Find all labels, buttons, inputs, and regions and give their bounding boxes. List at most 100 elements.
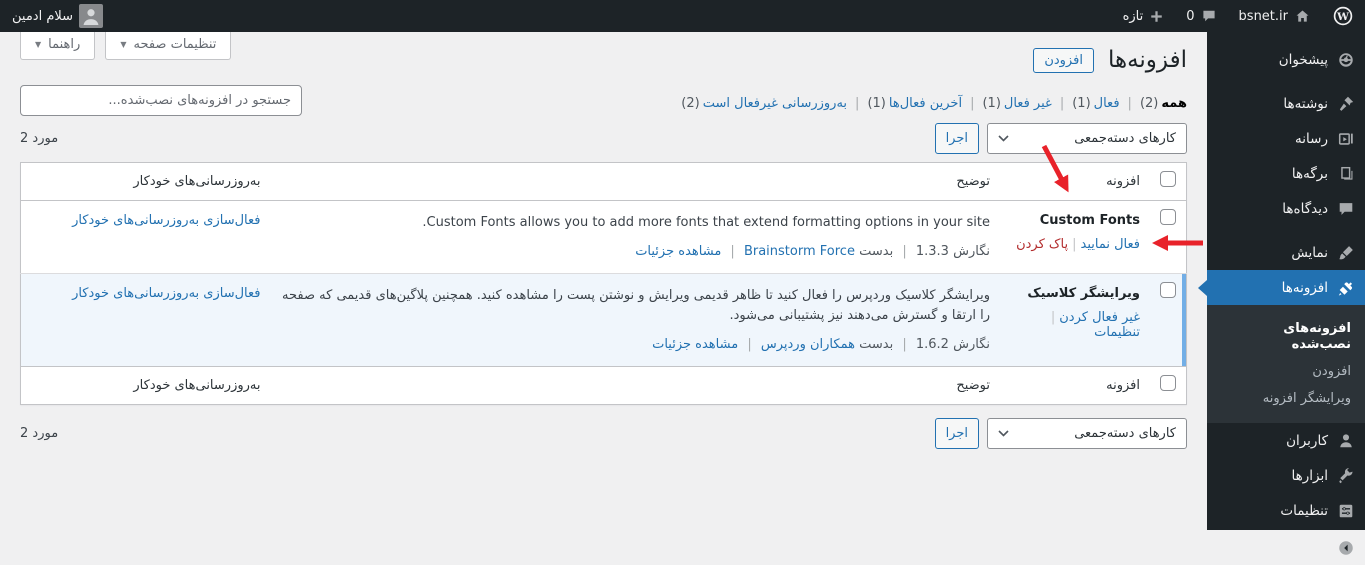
tablenav-bottom: کارهای دسته‌جمعی اجرا 2 مورد [20,418,1187,450]
description-cell: ویرایشگر کلاسیک وردپرس را فعال کنید تا ظ… [270,273,1000,367]
help-label: راهنما [48,37,81,52]
plugin-icon [1338,281,1353,296]
select-all-checkbox[interactable] [1160,375,1176,392]
item-count: 2 مورد [20,426,59,442]
activate-link[interactable]: فعال نمایید [1081,237,1140,252]
sidebar-item-label: تنظیمات [1280,502,1328,519]
plus-icon [1151,10,1163,22]
plugin-name: Custom Fonts [1039,213,1140,228]
plugin-meta: نگارش 1.6.2 | بدست همکاران وردپرس | مشاه… [281,337,990,352]
sidebar-item-label: کاربران [1286,432,1328,449]
wordpress-logo-menu[interactable]: W [1333,6,1353,26]
sidebar-item-appearance[interactable]: نمایش [1207,235,1365,270]
item-count: 2 مورد [20,131,59,146]
collapse-icon [1339,540,1353,555]
filter-separator: | [1059,96,1065,111]
page-title: افزونه‌ها [1107,47,1187,73]
brush-icon [1339,245,1353,259]
filter-separator: | [855,96,860,111]
sidebar-item-collapse-menu[interactable]: جمع کردن فهرست [1207,530,1365,565]
filter-recently-active[interactable]: آخرین فعال‌ها [889,96,962,111]
plugin-cell: ویرایشگر کلاسیک غیر فعال کردن| تنظیمات [1000,273,1150,367]
plugin-status-filters: همه(2) | فعال(1) | غیر فعال(1) | آخرین ف… [681,96,1187,111]
screen-options-label: تنظیمات صفحه [133,37,217,52]
filter-active[interactable]: فعال [1094,96,1120,111]
enable-auto-updates-link[interactable]: فعال‌سازی به‌روزرسانی‌های خودکار [72,286,260,301]
page-header: افزونه‌ها افزودن [1033,46,1187,75]
bulk-actions-selected: کارهای دسته‌جمعی [1074,131,1176,146]
sidebar-item-dashboard[interactable]: پیشخوان [1207,42,1365,77]
delete-link[interactable]: پاک کردن [1016,237,1068,252]
sidebar-item-media[interactable]: رسانه [1207,121,1365,156]
column-header-plugin[interactable]: افزونه [1000,162,1150,201]
comment-bubble-icon [1202,10,1215,22]
table-row-custom-fonts: Custom Fonts فعال نمایید | پاک کردن Custom… [21,201,1187,274]
view-details-link[interactable]: مشاهده جزئیات [635,244,721,259]
filter-auto-updates-disabled[interactable]: به‌روزرسانی غیرفعال است [703,96,847,111]
dashboard-icon [1339,52,1353,67]
search-plugins-input[interactable] [20,85,302,116]
row-checkbox[interactable] [1160,282,1176,299]
apply-button[interactable]: اجرا [934,418,979,450]
pin-icon [1339,96,1354,111]
column-header-description: توضیح [270,162,1000,201]
sidebar-item-tools[interactable]: ابزارها [1207,458,1365,493]
submenu-plugin-editor[interactable]: ویرایشگر افزونه [1207,386,1365,413]
select-all-checkbox[interactable] [1160,171,1176,187]
submenu-add-new[interactable]: افزودن [1207,359,1365,386]
sidebar-item-settings[interactable]: تنظیمات [1207,493,1365,528]
sidebar-item-plugins[interactable]: افزونه‌ها [1198,270,1365,305]
bulk-actions-select[interactable]: کارهای دسته‌جمعی [987,123,1187,154]
action-separator: | [1072,237,1077,252]
screen-meta-links: تنظیمات صفحه ▼ راهنما ▼ [20,32,232,60]
plugin-description: ویرایشگر کلاسیک وردپرس را فعال کنید تا ظ… [282,288,990,324]
filter-count: (1) [982,96,1001,111]
main-content: تنظیمات صفحه ▼ راهنما ▼ افزونه‌ها افزودن… [0,32,1207,530]
plugin-author-link[interactable]: Brainstorm Force [744,244,855,259]
filter-count: (1) [1072,96,1091,111]
sidebar-item-pages[interactable]: برگه‌ها [1207,156,1365,191]
admin-bar-right-group: W bsnet.ir 0 تازه [1123,0,1353,32]
view-details-link[interactable]: مشاهده جزئیات [652,337,738,352]
bulk-actions-select[interactable]: کارهای دسته‌جمعی [987,418,1187,450]
account-menu[interactable]: سلام ادمین [12,4,104,28]
submenu-installed-plugins[interactable]: افزونه‌های نصب‌شده [1207,316,1365,359]
by-label: بدست [859,244,894,260]
site-name: bsnet.ir [1238,8,1288,24]
table-footer: افزونه توضیح به‌روزرسانی‌های خودکار [20,366,1187,405]
meta-separator: | [902,244,907,260]
plugin-author-link[interactable]: همکاران وردپرس [761,337,855,352]
sidebar-item-comments[interactable]: دیدگاه‌ها [1207,191,1365,226]
column-footer-auto-updates: به‌روزرسانی‌های خودکار [20,366,271,405]
home-icon [1296,10,1309,22]
deactivate-link[interactable]: غیر فعال کردن [1059,310,1140,325]
row-actions: فعال نمایید | پاک کردن [1010,237,1140,252]
row-checkbox[interactable] [1160,209,1176,225]
filter-inactive[interactable]: غیر فعال [1004,96,1052,111]
table-header: افزونه توضیح به‌روزرسانی‌های خودکار [20,162,1187,201]
row-actions: غیر فعال کردن| تنظیمات [1010,310,1140,340]
column-footer-plugin[interactable]: افزونه [1000,366,1150,405]
enable-auto-updates-link[interactable]: فعال‌سازی به‌روزرسانی‌های خودکار [72,213,260,228]
new-content-menu[interactable]: تازه [1123,9,1165,24]
add-plugin-button[interactable]: افزودن [1033,48,1094,73]
bulk-actions-top: کارهای دسته‌جمعی اجرا [934,123,1187,154]
filter-all[interactable]: همه [1161,96,1187,111]
site-link[interactable]: bsnet.ir [1239,8,1311,25]
sidebar-item-posts[interactable]: نوشته‌ها [1207,86,1365,121]
wordpress-plugins-page: { "colors": { "accent": "#2271b1", "link… [0,0,1365,556]
comments-indicator[interactable]: 0 [1186,8,1216,24]
settings-link[interactable]: تنظیمات [1094,325,1140,340]
plugins-submenu: افزونه‌های نصب‌شده افزودن ویرایشگر افزون… [1207,305,1365,423]
table-footer-row: افزونه توضیح به‌روزرسانی‌های خودکار [20,366,1187,405]
greeting: سلام ادمین [12,8,74,24]
bulk-actions-bottom: کارهای دسته‌جمعی اجرا [934,418,1187,450]
avatar [79,4,104,28]
wrench-icon [1339,467,1353,483]
apply-button[interactable]: اجرا [934,123,979,154]
screen-options-button[interactable]: تنظیمات صفحه ▼ [105,32,232,60]
sidebar-item-label: افزونه‌ها [1281,279,1328,296]
sidebar-item-users[interactable]: کاربران [1207,423,1365,458]
help-button[interactable]: راهنما ▼ [20,32,96,60]
filter-count: (2) [1139,96,1159,111]
